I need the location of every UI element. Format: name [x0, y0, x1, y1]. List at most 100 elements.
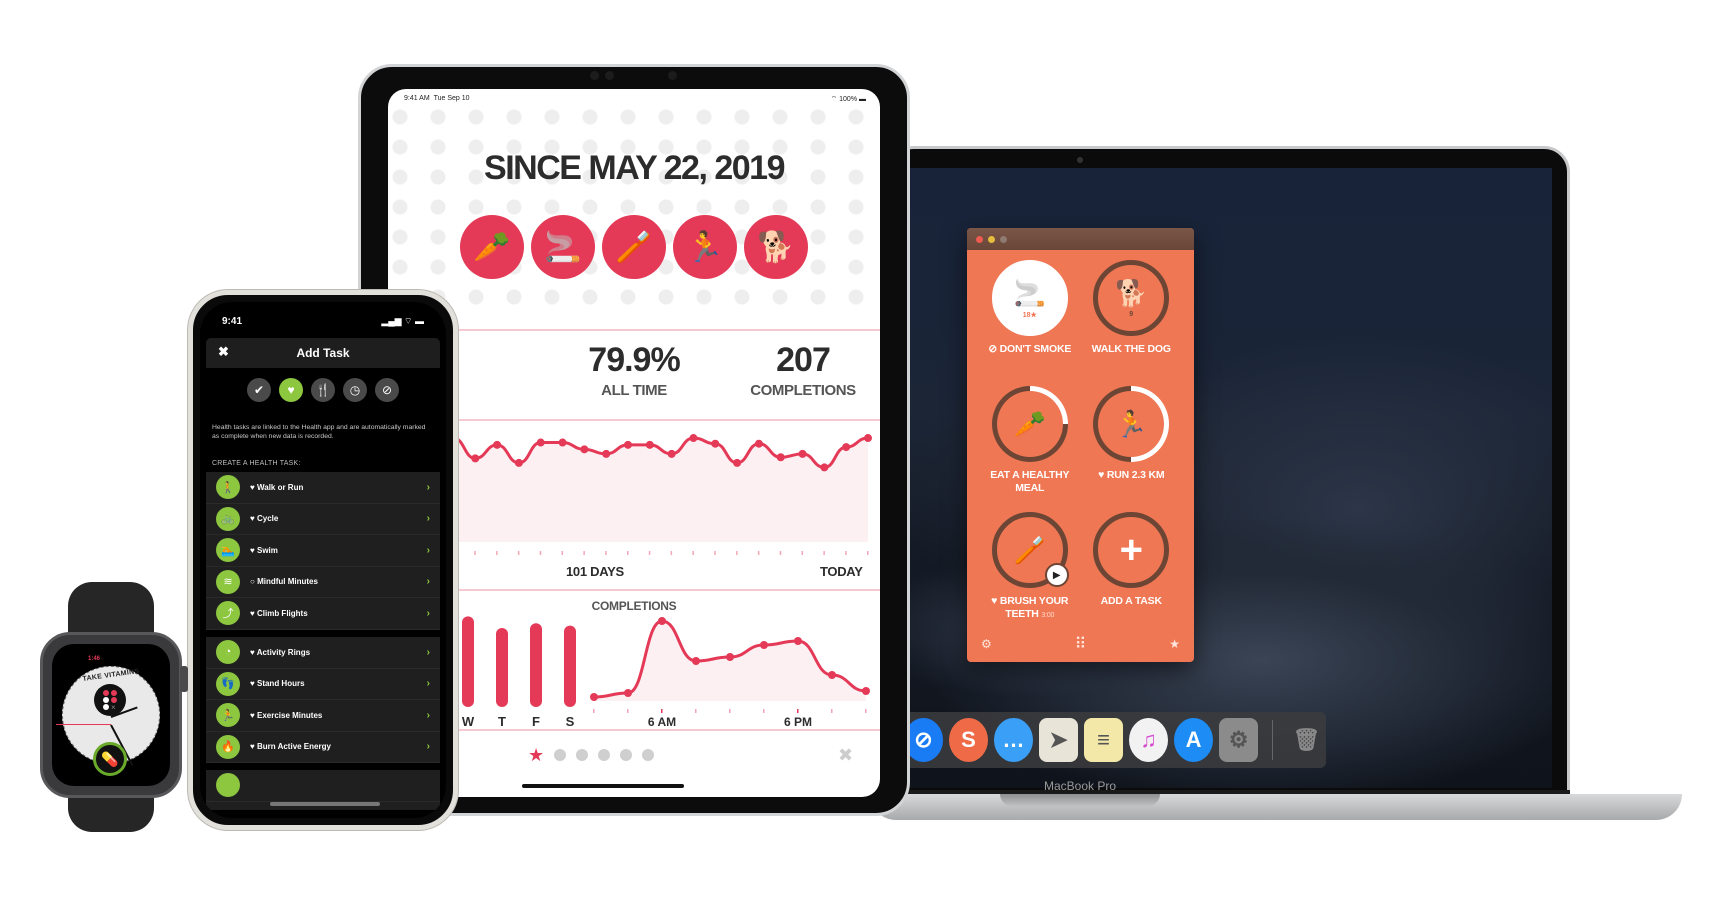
task-ring[interactable]: 🐕 9	[1093, 260, 1170, 336]
task-cell[interactable]: + ADD A TASK	[1081, 512, 1183, 632]
settings-gear-icon[interactable]: ⚙	[981, 637, 992, 651]
page-indicator: ★	[528, 746, 655, 764]
task-ring[interactable]: 🏃	[1093, 386, 1170, 462]
health-task-row[interactable]: 🏊 ♥ Swim ›	[206, 535, 440, 567]
health-type-icon[interactable]: ♥	[279, 378, 303, 402]
task-cell[interactable]: 🐕 9 WALK THE DOG	[1081, 260, 1183, 380]
carrot-badge-icon[interactable]: 🥕	[460, 215, 524, 279]
dock-trash-icon[interactable]: 🗑	[1287, 718, 1326, 762]
negative-type-icon[interactable]: ⊘	[375, 378, 399, 402]
task-type-icon: ♥	[991, 595, 998, 607]
health-heart-icon: ♥	[250, 608, 255, 618]
minimize-window-button[interactable]	[988, 235, 995, 243]
health-task-row[interactable]: 🔥 ♥ Burn Active Energy ›	[206, 732, 440, 763]
window-titlebar[interactable]	[967, 228, 1194, 250]
no-smoking-badge-icon[interactable]: 🚬	[531, 215, 595, 279]
bar	[564, 625, 576, 707]
task-label-text: RUN 2.3 KM	[1106, 469, 1165, 481]
x-tick	[823, 551, 825, 555]
task-cell[interactable]: 🚬 18★ ⊘ DON'T SMOKE	[979, 260, 1081, 380]
task-icon: ◔	[216, 640, 240, 665]
background-pattern	[388, 105, 880, 319]
task-icon: 🚲	[216, 506, 240, 531]
run-badge-icon[interactable]: 🏃	[673, 215, 737, 279]
x-tick-label: 6 PM	[784, 715, 812, 729]
zoom-window-button[interactable]	[1000, 235, 1007, 243]
task-ring[interactable]: 🥕	[991, 386, 1068, 462]
check-type-icon[interactable]: ✔	[247, 378, 271, 402]
page-dot[interactable]	[620, 749, 633, 761]
health-task-list: 🚶 ♥ Walk or Run › 🚲 ♥ Cycle › 🏊 ♥ Swim › ≋ ○ Mindf…	[206, 472, 440, 630]
x-tick	[736, 551, 738, 555]
task-grid-icon[interactable]: ⠿	[1075, 634, 1087, 654]
dock-streaks-app-icon[interactable]: S	[949, 718, 989, 762]
dock-messages-icon[interactable]: …	[994, 718, 1034, 762]
page-dot[interactable]	[554, 749, 567, 761]
home-indicator[interactable]	[522, 784, 684, 788]
chevron-right-icon: ›	[426, 678, 430, 690]
task-ring[interactable]: +	[1093, 512, 1170, 588]
food-type-icon[interactable]: 🍴	[311, 378, 335, 402]
bar	[496, 627, 508, 707]
dog-badge-icon[interactable]: 🐕	[744, 215, 808, 279]
dock-notes-icon[interactable]: ≡	[1084, 718, 1124, 762]
ipad-screen: 9:41 AM Tue Sep 10 ⌔ 100% ▬ SINCE MAY 22…	[388, 89, 880, 797]
task-cell[interactable]: 🥕 EAT A HEALTHY MEAL	[979, 386, 1081, 506]
data-point	[726, 653, 734, 661]
close-window-button[interactable]	[976, 235, 983, 243]
task-label: ♥ BRUSH YOUR TEETH 3:00	[979, 595, 1081, 622]
star-icon[interactable]: ★	[1169, 637, 1180, 651]
chevron-right-icon: ›	[426, 544, 430, 556]
divider	[388, 729, 880, 731]
task-label-text: WALK THE DOG	[1091, 343, 1171, 355]
task-cell[interactable]: 🏃 ♥ RUN 2.3 KM	[1081, 386, 1183, 506]
x-tick	[801, 551, 804, 555]
task-cell[interactable]: 🪥 ▶ ♥ BRUSH YOUR TEETH 3:00	[979, 512, 1081, 632]
dock-maps-icon[interactable]: ➤	[1039, 718, 1079, 762]
play-icon[interactable]: ▶	[1044, 563, 1069, 587]
macos-dock: ⊘ S… ➤ ≡ ♫ A ⚙ 🗑	[900, 712, 1326, 768]
task-count: 18★	[1022, 311, 1037, 319]
health-heart-icon: ♥	[250, 679, 255, 689]
health-task-row[interactable]: ⤴ ♥ Climb Flights ›	[206, 598, 440, 630]
home-indicator[interactable]	[270, 802, 380, 806]
health-task-row[interactable]: 🚶 ♥ Walk or Run ›	[206, 472, 440, 504]
health-task-row[interactable]: ◔ ♥ Activity Rings ›	[206, 637, 440, 669]
data-point	[580, 445, 589, 454]
data-point	[862, 687, 870, 695]
close-icon[interactable]: ✖	[218, 344, 229, 360]
close-icon[interactable]: ✖	[838, 745, 853, 766]
health-task-row[interactable]: 👣 ♥ Stand Hours ›	[206, 669, 440, 700]
health-task-row[interactable]: ≋ ○ Mindful Minutes ›	[206, 567, 440, 598]
data-point	[689, 434, 698, 443]
toothbrush-badge-icon[interactable]: 🪥	[602, 215, 666, 279]
page-dot[interactable]	[598, 749, 611, 761]
task-grid: 🚬 18★ ⊘ DON'T SMOKE 🐕 9 WALK THE DOG 🥕 EAT A HE…	[967, 250, 1194, 632]
complication-time: 1:46	[88, 656, 101, 662]
health-task-row[interactable]: 🚲 ♥ Cycle ›	[206, 504, 440, 535]
task-label-text: EAT A HEALTHY MEAL	[990, 469, 1070, 494]
page-star-icon[interactable]: ★	[528, 746, 544, 764]
page-dot[interactable]	[642, 749, 655, 761]
dock-gear-icon[interactable]: ⚙	[1219, 718, 1259, 762]
task-timer: 3:00	[1041, 612, 1055, 619]
timer-type-icon[interactable]: ◷	[343, 378, 367, 402]
watch-crown[interactable]	[180, 666, 188, 692]
health-task-row[interactable]: 🏃 ♥ Exercise Minutes ›	[206, 700, 440, 732]
x-tick-label: 6 AM	[648, 715, 676, 729]
task-label: WALK THE DOG	[1092, 343, 1171, 356]
x-tick	[583, 551, 585, 555]
task-label: ⊘ DON'T SMOKE	[988, 343, 1071, 356]
chevron-right-icon: ›	[426, 646, 430, 658]
task-label: ♥ Stand Hours	[250, 679, 305, 689]
dock-app-store-icon[interactable]: A	[1174, 718, 1214, 762]
task-label: ○ Mindful Minutes	[250, 577, 318, 587]
macbook-label: MacBook Pro	[1043, 779, 1117, 793]
task-ring[interactable]: 🪥 ▶	[991, 512, 1069, 588]
task-ring[interactable]: 🚬 18★	[991, 260, 1068, 336]
page-dot[interactable]	[576, 749, 589, 761]
iphone-status-time: 9:41	[222, 316, 243, 327]
pill-complication[interactable]: 💊	[93, 742, 127, 776]
health-heart-icon: ♥	[250, 710, 255, 720]
dock-music-icon[interactable]: ♫	[1129, 718, 1169, 762]
